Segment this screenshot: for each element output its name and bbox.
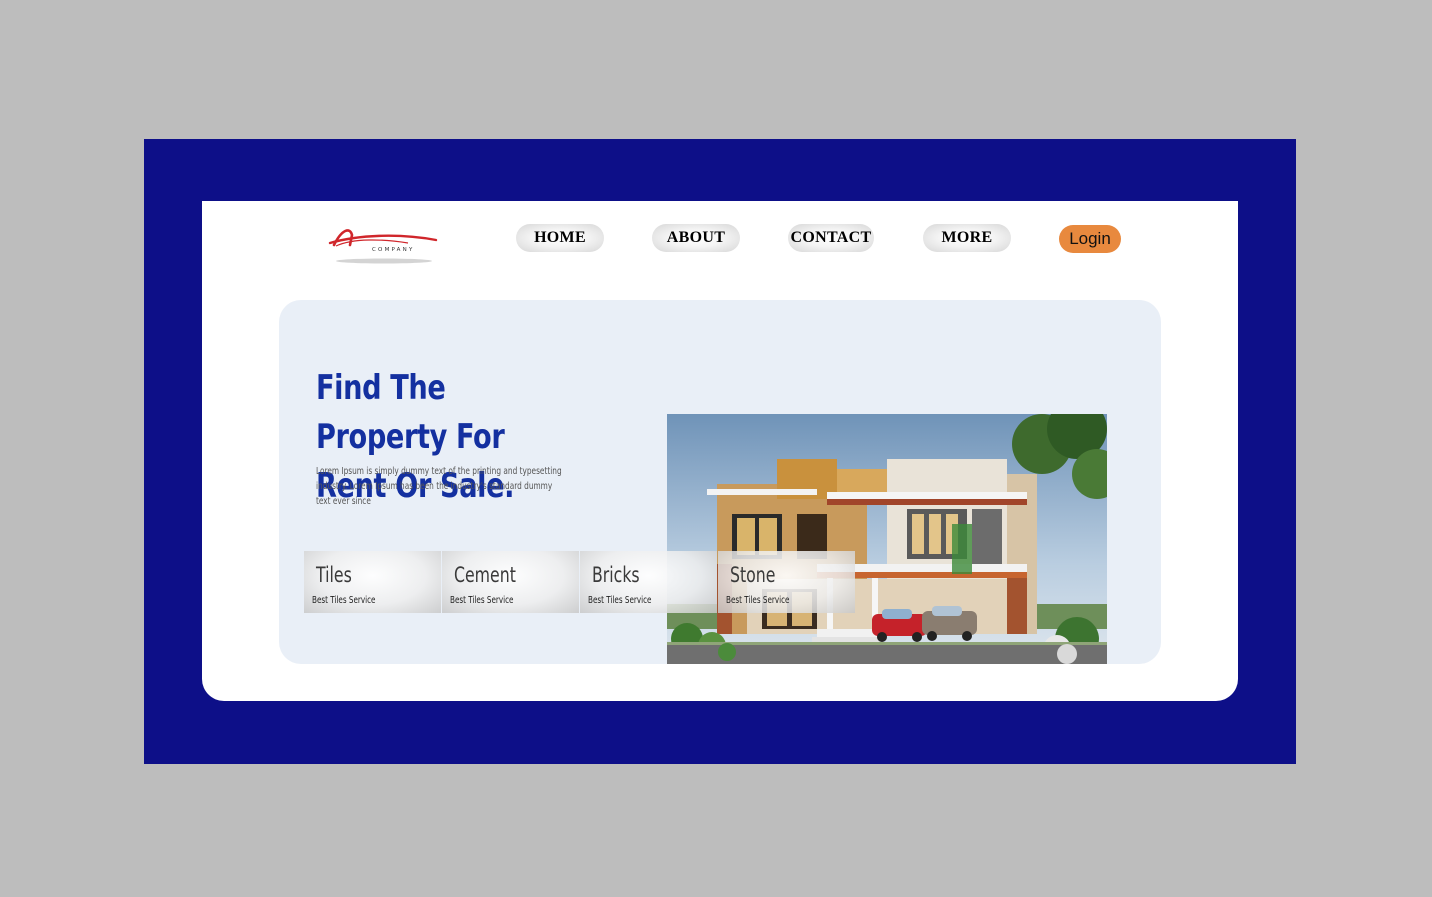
nav-about-button[interactable]: ABOUT: [652, 224, 740, 252]
hero-description: Lorem Ipsum is simply dummy text of the …: [316, 466, 562, 507]
logo-swoosh-icon: COMPANY: [328, 229, 438, 264]
main-card: COMPANY HOME ABOUT CONTACT MORE Login Fi…: [202, 201, 1238, 701]
nav-contact-button[interactable]: CONTACT: [788, 224, 874, 252]
service-subtitle: Best Tiles Service: [450, 595, 514, 606]
services-strip: Tiles Best Tiles Service Cement Best Til…: [304, 551, 856, 613]
nav-home-button[interactable]: HOME: [516, 224, 604, 252]
service-card-tiles[interactable]: Tiles Best Tiles Service: [304, 551, 441, 613]
service-subtitle: Best Tiles Service: [312, 595, 376, 606]
service-subtitle: Best Tiles Service: [726, 595, 790, 606]
service-name: Bricks: [592, 563, 640, 587]
page-frame: COMPANY HOME ABOUT CONTACT MORE Login Fi…: [144, 139, 1296, 764]
login-button[interactable]: Login: [1059, 225, 1121, 253]
logo-text: COMPANY: [372, 247, 415, 253]
service-card-cement[interactable]: Cement Best Tiles Service: [442, 551, 579, 613]
service-subtitle: Best Tiles Service: [588, 595, 652, 606]
service-name: Stone: [730, 563, 776, 587]
service-card-bricks[interactable]: Bricks Best Tiles Service: [580, 551, 717, 613]
service-name: Tiles: [316, 563, 352, 587]
nav-more-button[interactable]: MORE: [923, 224, 1011, 252]
service-card-stone[interactable]: Stone Best Tiles Service: [718, 551, 855, 613]
house-image: [667, 414, 1107, 664]
company-logo[interactable]: COMPANY: [328, 223, 438, 265]
hero-section: Find The Property For Rent Or Sale. Lore…: [279, 300, 1161, 664]
service-name: Cement: [454, 563, 516, 587]
